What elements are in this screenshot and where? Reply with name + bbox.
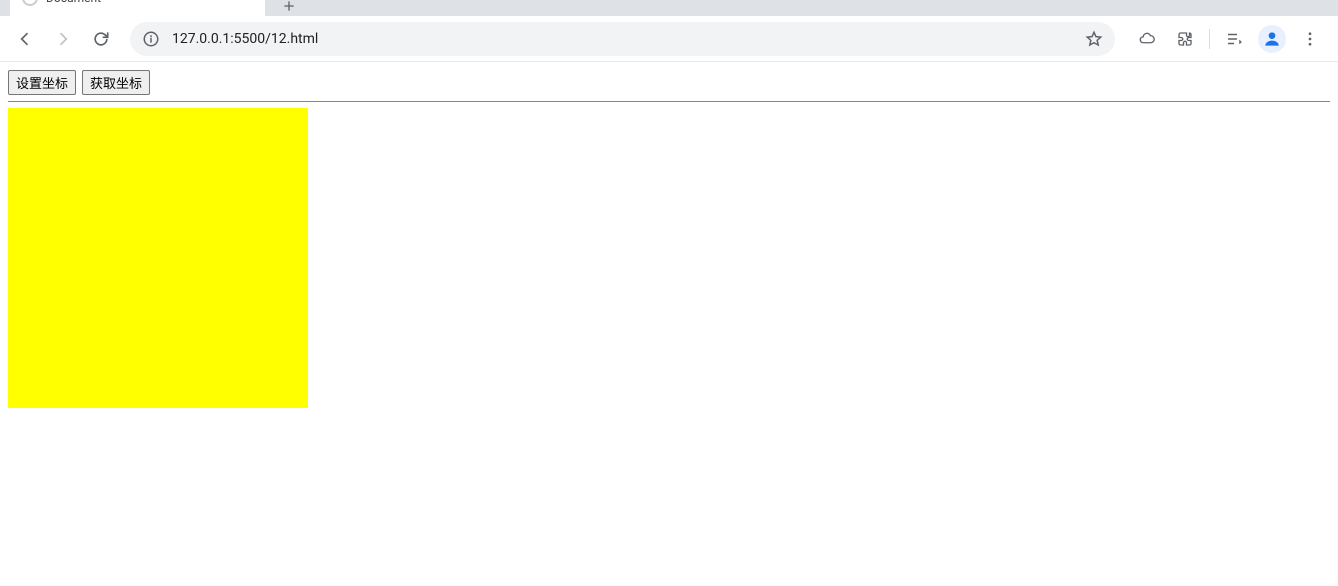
back-button[interactable] [8, 22, 42, 56]
profile-avatar[interactable] [1258, 25, 1286, 53]
extension-cloud-icon[interactable] [1133, 25, 1161, 53]
reload-button[interactable] [84, 22, 118, 56]
browser-tab-strip: Document [0, 0, 1338, 16]
toolbar-divider [1209, 29, 1210, 49]
yellow-box [8, 108, 308, 408]
chrome-menu-icon[interactable] [1296, 25, 1324, 53]
set-coord-button[interactable]: 设置坐标 [8, 70, 76, 95]
get-coord-button[interactable]: 获取坐标 [82, 70, 150, 95]
new-tab-button[interactable] [275, 0, 303, 20]
horizontal-rule [8, 101, 1330, 102]
toolbar-right [1127, 25, 1330, 53]
forward-button[interactable] [46, 22, 80, 56]
extensions-puzzle-icon[interactable] [1171, 25, 1199, 53]
button-row: 设置坐标 获取坐标 [8, 70, 1330, 95]
address-bar[interactable]: 127.0.0.1:5500/12.html [130, 22, 1115, 56]
page-content: 设置坐标 获取坐标 [0, 62, 1338, 416]
site-info-icon[interactable] [142, 30, 160, 48]
url-text: 127.0.0.1:5500/12.html [172, 31, 1073, 47]
reading-list-icon[interactable] [1220, 25, 1248, 53]
bookmark-star-icon[interactable] [1085, 30, 1103, 48]
tab-title: Document [46, 0, 101, 5]
tab-loading-spinner-icon [22, 0, 38, 6]
browser-tab-active[interactable]: Document [10, 0, 265, 16]
browser-toolbar: 127.0.0.1:5500/12.html [0, 16, 1338, 62]
